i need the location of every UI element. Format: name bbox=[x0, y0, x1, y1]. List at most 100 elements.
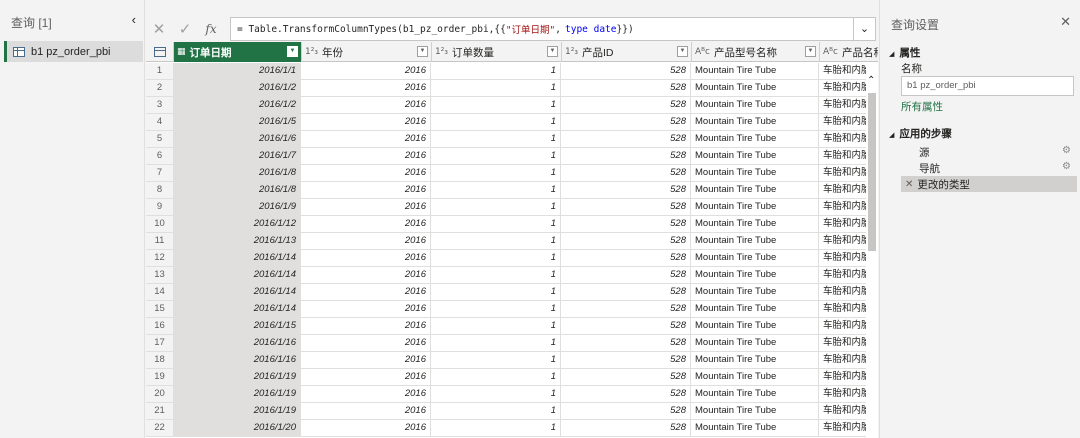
product-model-cell[interactable]: Mountain Tire Tube bbox=[691, 216, 819, 232]
year-cell[interactable]: 2016 bbox=[301, 284, 431, 300]
year-cell[interactable]: 2016 bbox=[301, 199, 431, 215]
product-model-cell[interactable]: Mountain Tire Tube bbox=[691, 284, 819, 300]
row-number[interactable]: 9 bbox=[146, 199, 174, 215]
year-cell[interactable]: 2016 bbox=[301, 386, 431, 402]
order-qty-cell[interactable]: 1 bbox=[431, 182, 561, 198]
close-icon[interactable]: ✕ bbox=[1060, 14, 1071, 30]
column-type-icon[interactable]: 1²₃ bbox=[305, 47, 318, 57]
column-header-year[interactable]: 1²₃ 年份 ▼ bbox=[302, 42, 432, 62]
row-number[interactable]: 5 bbox=[146, 131, 174, 147]
formula-input[interactable]: = Table.TransformColumnTypes(b1_pz_order… bbox=[230, 17, 854, 41]
column-type-icon[interactable]: 1²₃ bbox=[565, 47, 578, 57]
cancel-formula-icon[interactable]: ✕ bbox=[146, 20, 172, 38]
year-cell[interactable]: 2016 bbox=[301, 63, 431, 79]
product-id-cell[interactable]: 528 bbox=[561, 301, 691, 317]
order-qty-cell[interactable]: 1 bbox=[431, 318, 561, 334]
query-name-input[interactable]: b1 pz_order_pbi bbox=[901, 76, 1074, 96]
row-number[interactable]: 20 bbox=[146, 386, 174, 402]
product-model-cell[interactable]: Mountain Tire Tube bbox=[691, 369, 819, 385]
year-cell[interactable]: 2016 bbox=[301, 216, 431, 232]
order-qty-cell[interactable]: 1 bbox=[431, 80, 561, 96]
product-id-cell[interactable]: 528 bbox=[561, 80, 691, 96]
order-qty-cell[interactable]: 1 bbox=[431, 131, 561, 147]
column-filter-dropdown-icon[interactable]: ▼ bbox=[287, 46, 298, 57]
product-model-cell[interactable]: Mountain Tire Tube bbox=[691, 335, 819, 351]
row-number[interactable]: 11 bbox=[146, 233, 174, 249]
product-id-cell[interactable]: 528 bbox=[561, 199, 691, 215]
row-number[interactable]: 13 bbox=[146, 267, 174, 283]
order-qty-cell[interactable]: 1 bbox=[431, 420, 561, 436]
product-model-cell[interactable]: Mountain Tire Tube bbox=[691, 63, 819, 79]
year-cell[interactable]: 2016 bbox=[301, 403, 431, 419]
order-qty-cell[interactable]: 1 bbox=[431, 216, 561, 232]
product-model-cell[interactable]: Mountain Tire Tube bbox=[691, 182, 819, 198]
year-cell[interactable]: 2016 bbox=[301, 420, 431, 436]
order-qty-cell[interactable]: 1 bbox=[431, 114, 561, 130]
row-number[interactable]: 17 bbox=[146, 335, 174, 351]
product-id-cell[interactable]: 528 bbox=[561, 131, 691, 147]
applied-step-item[interactable]: 导航 ⚙ bbox=[901, 160, 1077, 176]
order-qty-cell[interactable]: 1 bbox=[431, 369, 561, 385]
year-cell[interactable]: 2016 bbox=[301, 97, 431, 113]
order-qty-cell[interactable]: 1 bbox=[431, 97, 561, 113]
column-type-icon[interactable]: Aᴮc bbox=[695, 47, 710, 57]
row-number[interactable]: 2 bbox=[146, 80, 174, 96]
order-date-cell[interactable]: 2016/1/14 bbox=[174, 301, 301, 317]
order-date-cell[interactable]: 2016/1/14 bbox=[174, 284, 301, 300]
confirm-formula-icon[interactable]: ✓ bbox=[172, 20, 198, 38]
order-date-cell[interactable]: 2016/1/16 bbox=[174, 352, 301, 368]
product-id-cell[interactable]: 528 bbox=[561, 369, 691, 385]
product-model-cell[interactable]: Mountain Tire Tube bbox=[691, 114, 819, 130]
row-number[interactable]: 1 bbox=[146, 63, 174, 79]
product-id-cell[interactable]: 528 bbox=[561, 216, 691, 232]
order-date-cell[interactable]: 2016/1/19 bbox=[174, 386, 301, 402]
row-number[interactable]: 22 bbox=[146, 420, 174, 436]
applied-step-item[interactable]: ✕ 更改的类型 bbox=[901, 176, 1077, 192]
column-header-order-qty[interactable]: 1²₃ 订单数量 ▼ bbox=[432, 42, 562, 62]
properties-heading[interactable]: ◢ 属性 bbox=[889, 45, 920, 60]
delete-step-icon[interactable]: ✕ bbox=[905, 179, 913, 190]
product-id-cell[interactable]: 528 bbox=[561, 403, 691, 419]
column-type-icon[interactable]: ▦ bbox=[177, 47, 186, 57]
order-date-cell[interactable]: 2016/1/7 bbox=[174, 148, 301, 164]
row-number[interactable]: 15 bbox=[146, 301, 174, 317]
order-qty-cell[interactable]: 1 bbox=[431, 386, 561, 402]
row-number[interactable]: 12 bbox=[146, 250, 174, 266]
order-date-cell[interactable]: 2016/1/8 bbox=[174, 165, 301, 181]
order-date-cell[interactable]: 2016/1/8 bbox=[174, 182, 301, 198]
year-cell[interactable]: 2016 bbox=[301, 369, 431, 385]
year-cell[interactable]: 2016 bbox=[301, 318, 431, 334]
product-id-cell[interactable]: 528 bbox=[561, 63, 691, 79]
year-cell[interactable]: 2016 bbox=[301, 352, 431, 368]
year-cell[interactable]: 2016 bbox=[301, 250, 431, 266]
product-model-cell[interactable]: Mountain Tire Tube bbox=[691, 267, 819, 283]
row-number[interactable]: 7 bbox=[146, 165, 174, 181]
order-qty-cell[interactable]: 1 bbox=[431, 148, 561, 164]
product-model-cell[interactable]: Mountain Tire Tube bbox=[691, 199, 819, 215]
year-cell[interactable]: 2016 bbox=[301, 301, 431, 317]
product-model-cell[interactable]: Mountain Tire Tube bbox=[691, 165, 819, 181]
order-date-cell[interactable]: 2016/1/2 bbox=[174, 97, 301, 113]
order-qty-cell[interactable]: 1 bbox=[431, 233, 561, 249]
column-type-icon[interactable]: Aᴮc bbox=[823, 47, 838, 57]
product-id-cell[interactable]: 528 bbox=[561, 352, 691, 368]
collapse-pane-icon[interactable]: ‹ bbox=[132, 12, 136, 27]
product-id-cell[interactable]: 528 bbox=[561, 335, 691, 351]
product-id-cell[interactable]: 528 bbox=[561, 386, 691, 402]
order-date-cell[interactable]: 2016/1/5 bbox=[174, 114, 301, 130]
order-qty-cell[interactable]: 1 bbox=[431, 63, 561, 79]
year-cell[interactable]: 2016 bbox=[301, 114, 431, 130]
product-model-cell[interactable]: Mountain Tire Tube bbox=[691, 301, 819, 317]
order-date-cell[interactable]: 2016/1/2 bbox=[174, 80, 301, 96]
order-date-cell[interactable]: 2016/1/12 bbox=[174, 216, 301, 232]
applied-steps-heading[interactable]: ◢ 应用的步骤 bbox=[889, 126, 952, 141]
order-date-cell[interactable]: 2016/1/15 bbox=[174, 318, 301, 334]
order-qty-cell[interactable]: 1 bbox=[431, 284, 561, 300]
scroll-up-icon[interactable]: ⌃ bbox=[867, 75, 875, 86]
product-id-cell[interactable]: 528 bbox=[561, 233, 691, 249]
order-qty-cell[interactable]: 1 bbox=[431, 165, 561, 181]
fx-icon[interactable]: fx bbox=[198, 22, 224, 36]
all-properties-link[interactable]: 所有属性 bbox=[901, 99, 943, 114]
product-id-cell[interactable]: 528 bbox=[561, 97, 691, 113]
product-id-cell[interactable]: 528 bbox=[561, 114, 691, 130]
